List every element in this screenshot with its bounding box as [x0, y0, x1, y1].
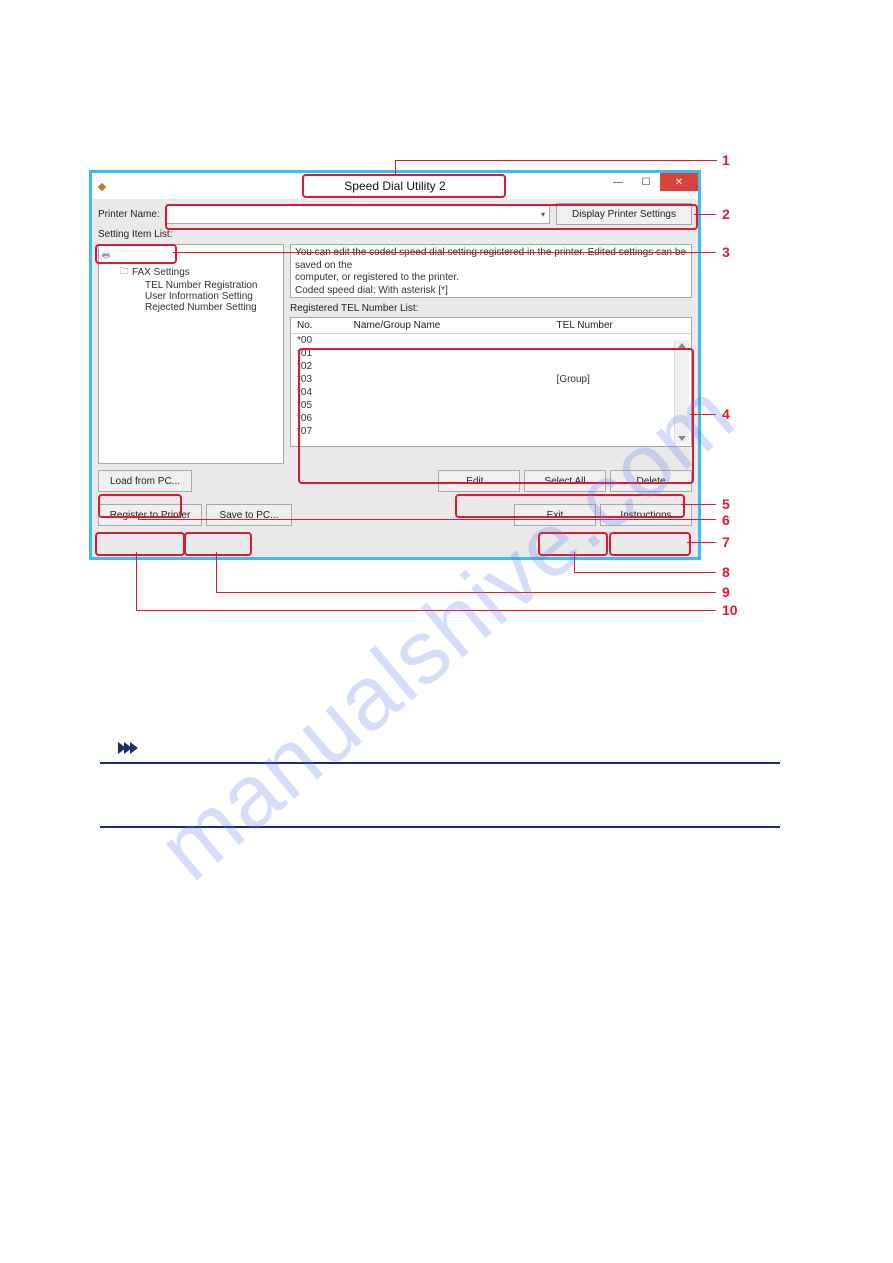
table-row: *06 — [291, 412, 691, 425]
note-rule-top — [100, 762, 780, 764]
exit-button[interactable]: Exit — [514, 504, 596, 526]
col-name[interactable]: Name/Group Name — [348, 318, 551, 334]
desc-line-2: computer, or registered to the printer. — [295, 272, 687, 285]
display-printer-settings-button[interactable]: Display Printer Settings — [556, 203, 692, 225]
callout-line — [574, 572, 716, 573]
note-chevron-icon — [118, 742, 160, 760]
register-to-printer-button[interactable]: Register to Printer — [98, 504, 202, 526]
desc-line-1: You can edit the coded speed dial settin… — [295, 247, 687, 272]
scrollbar[interactable] — [674, 340, 689, 444]
app-icon: ◆ — [92, 180, 112, 193]
settings-tree[interactable]: 🖶 🗀FAX Settings TEL Number Registration … — [98, 244, 284, 464]
callout-number-9: 9 — [722, 584, 730, 600]
callout-number-3: 3 — [722, 244, 730, 260]
window-title: Speed Dial Utility 2 — [344, 179, 445, 193]
table-row: *02 — [291, 360, 691, 373]
tel-number-grid[interactable]: No. Name/Group Name TEL Number *00 *01 *… — [290, 317, 692, 447]
maximize-button[interactable]: ☐ — [632, 173, 660, 191]
tree-leaf-rejected-number[interactable]: Rejected Number Setting — [101, 302, 281, 313]
tree-leaf-user-info[interactable]: User Information Setting — [101, 291, 281, 302]
callout-number-4: 4 — [722, 406, 730, 422]
col-no[interactable]: No. — [291, 318, 348, 334]
registered-list-label: Registered TEL Number List: — [290, 303, 692, 314]
button-row-1: Load from PC... Edit... Select All Delet… — [98, 470, 692, 492]
delete-button[interactable]: Delete — [610, 470, 692, 492]
printer-name-label: Printer Name: — [98, 209, 160, 220]
tree-leaf-tel-registration[interactable]: TEL Number Registration — [101, 280, 281, 291]
folder-icon: 🗀 — [119, 264, 129, 280]
callout-number-1: 1 — [722, 152, 730, 168]
printer-name-row: Printer Name: ▾ Display Printer Settings — [98, 203, 692, 225]
window-body: Printer Name: ▾ Display Printer Settings… — [92, 199, 698, 532]
minimize-button[interactable]: — — [604, 173, 632, 191]
titlebar: ◆ Speed Dial Utility 2 — ☐ ✕ — [92, 173, 698, 199]
callout-number-2: 2 — [722, 206, 730, 222]
button-row-2: Register to Printer Save to PC... Exit I… — [98, 504, 692, 526]
callout-number-5: 5 — [722, 496, 730, 512]
save-to-pc-button[interactable]: Save to PC... — [206, 504, 292, 526]
callout-number-6: 6 — [722, 512, 730, 528]
table-row: *05 — [291, 399, 691, 412]
printer-icon: 🖶 — [101, 248, 111, 264]
table-row: *01 — [291, 347, 691, 360]
callout-number-7: 7 — [722, 534, 730, 550]
printer-name-combo[interactable]: ▾ — [166, 204, 550, 224]
load-from-pc-button[interactable]: Load from PC... — [98, 470, 192, 492]
callout-line — [136, 610, 716, 611]
content-area: 🖶 🗀FAX Settings TEL Number Registration … — [98, 244, 692, 464]
right-pane: You can edit the coded speed dial settin… — [290, 244, 692, 464]
table-row: *03[Group] — [291, 373, 691, 386]
callout-line — [216, 592, 716, 593]
window-buttons: — ☐ ✕ — [604, 173, 698, 191]
note-rule-bottom — [100, 826, 780, 828]
table-row: *07 — [291, 425, 691, 438]
description-box: You can edit the coded speed dial settin… — [290, 244, 692, 298]
setting-item-list-label: Setting Item List: — [98, 229, 692, 240]
select-all-button[interactable]: Select All — [524, 470, 606, 492]
callout-number-8: 8 — [722, 564, 730, 580]
app-window: ◆ Speed Dial Utility 2 — ☐ ✕ Printer Nam… — [89, 170, 701, 560]
edit-button[interactable]: Edit... — [438, 470, 520, 492]
close-button[interactable]: ✕ — [660, 173, 698, 191]
callout-number-10: 10 — [722, 602, 738, 618]
desc-line-3: Coded speed dial: With asterisk [*] — [295, 285, 687, 298]
callout-line — [136, 552, 137, 610]
instructions-button[interactable]: Instructions — [600, 504, 692, 526]
tree-fax[interactable]: FAX Settings — [132, 267, 190, 278]
callout-line — [395, 160, 717, 161]
table-row: *04 — [291, 386, 691, 399]
table-row: *00 — [291, 334, 691, 348]
chevron-down-icon: ▾ — [541, 210, 545, 219]
col-tel[interactable]: TEL Number — [551, 318, 691, 334]
